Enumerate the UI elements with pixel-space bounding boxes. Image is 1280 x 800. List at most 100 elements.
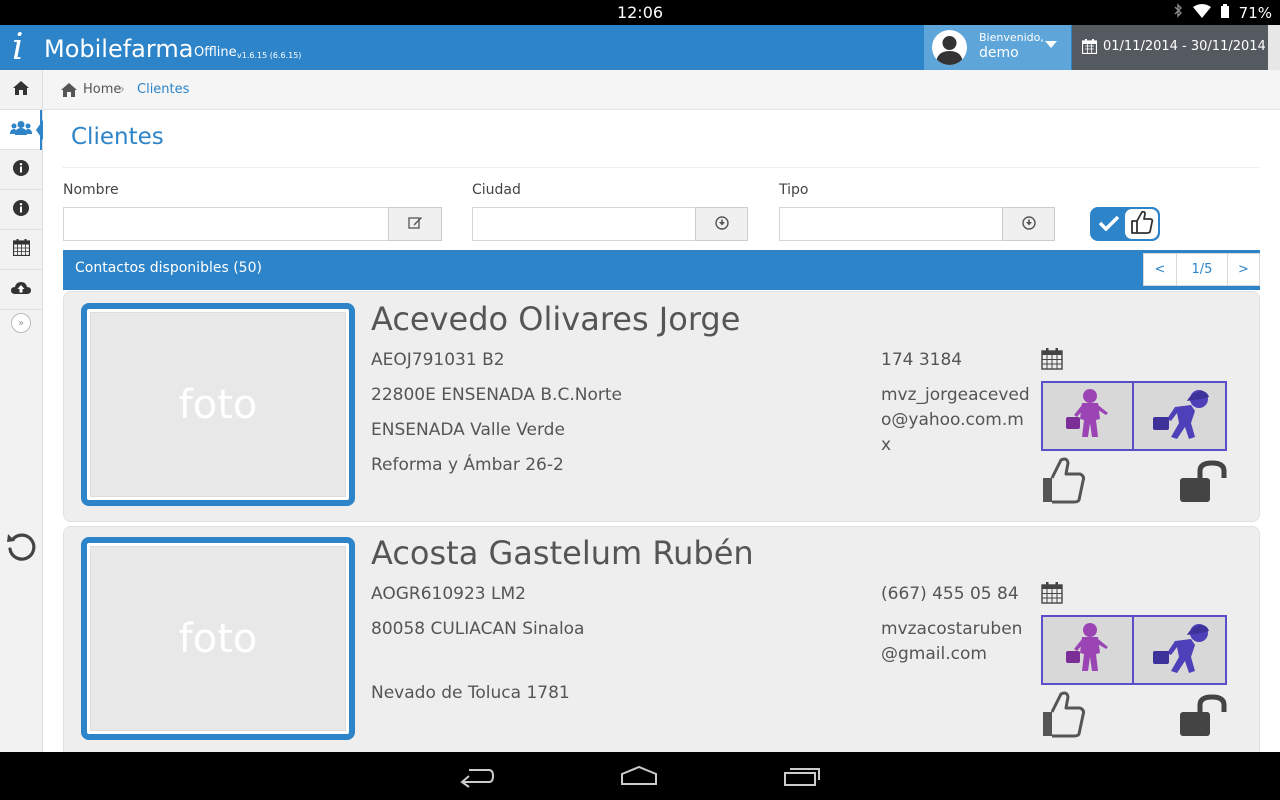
- pager-next-button[interactable]: >: [1227, 253, 1260, 286]
- contact-email[interactable]: mvzacostaruben@gmail.com: [881, 617, 1031, 667]
- sidebar-item-clientes[interactable]: [0, 110, 43, 150]
- nombre-input[interactable]: [63, 207, 389, 241]
- sidebar-item-info-2[interactable]: [0, 190, 42, 230]
- offline-label: Offline: [194, 45, 237, 60]
- sidebar-collapse-button[interactable]: »: [11, 313, 31, 333]
- app-header: i Mobilefarma Offline v1.6.15 (6.6.15) B…: [0, 25, 1280, 70]
- photo-placeholder: foto: [90, 546, 346, 731]
- breadcrumb-home-link[interactable]: Home: [83, 82, 121, 97]
- info-icon: [13, 199, 29, 220]
- header-scroll-track: [1268, 25, 1280, 70]
- photo-placeholder: foto: [90, 312, 346, 497]
- contact-street: Reforma y Ámbar 26-2: [371, 455, 564, 475]
- client-type-man-option[interactable]: [1134, 617, 1225, 683]
- contacts-count-title: Contactos disponibles (50): [75, 260, 262, 276]
- page-title: Clientes: [71, 124, 164, 150]
- contacts-header: Contactos disponibles (50) < 1/5 >: [63, 250, 1260, 290]
- breadcrumb: Home › Clientes: [43, 70, 1280, 110]
- contact-rfc: AOGR610923 LM2: [371, 584, 526, 604]
- tipo-label: Tipo: [779, 182, 809, 198]
- avatar: [932, 30, 967, 65]
- status-clock: 12:06: [616, 3, 664, 22]
- sidebar-item-upload[interactable]: [0, 270, 42, 310]
- date-range-text: 01/11/2014 - 30/11/2014: [1103, 39, 1266, 54]
- nombre-edit-button[interactable]: [388, 207, 442, 241]
- status-bar: 12:06 71%: [0, 0, 1280, 25]
- check-icon: [1098, 215, 1120, 235]
- calendar-icon[interactable]: [1041, 348, 1063, 374]
- contact-card[interactable]: foto Acevedo Olivares Jorge AEOJ791031 B…: [63, 291, 1260, 522]
- tipo-input[interactable]: [779, 207, 1003, 241]
- contact-city-district: ENSENADA Valle Verde: [371, 420, 565, 440]
- info-icon: [13, 159, 29, 180]
- brand-name: Mobilefarma: [44, 35, 194, 63]
- businesswoman-icon: [1060, 387, 1116, 445]
- sidebar: »: [0, 70, 43, 752]
- android-nav-bar: [0, 752, 1280, 800]
- circle-arrow-down-icon: [1021, 215, 1036, 234]
- client-type-selector: [1041, 381, 1227, 451]
- edit-icon: [407, 215, 423, 234]
- client-type-woman-option[interactable]: [1043, 617, 1135, 683]
- breadcrumb-current[interactable]: Clientes: [137, 82, 189, 97]
- ciudad-dropdown-button[interactable]: [695, 207, 748, 241]
- pager-page-indicator: 1/5: [1176, 253, 1228, 286]
- username: demo: [979, 45, 1019, 61]
- recent-apps-icon[interactable]: [783, 764, 821, 792]
- lock-open-icon[interactable]: [1178, 460, 1230, 508]
- cloud-upload-icon: [11, 280, 31, 299]
- reload-icon[interactable]: [5, 530, 39, 568]
- ciudad-input[interactable]: [472, 207, 696, 241]
- bluetooth-icon: [1173, 3, 1183, 22]
- businessman-icon: [1145, 387, 1215, 445]
- chevron-down-icon: [1045, 41, 1057, 48]
- battery-icon: [1220, 3, 1229, 22]
- sidebar-item-info-1[interactable]: [0, 150, 42, 190]
- pager-prev-button[interactable]: <: [1143, 253, 1177, 286]
- calendar-icon[interactable]: [1041, 582, 1063, 608]
- wifi-icon: [1192, 3, 1211, 22]
- battery-percent: 71%: [1238, 3, 1272, 22]
- version-label: v1.6.15 (6.6.15): [237, 51, 302, 60]
- home-icon: [12, 80, 30, 100]
- thumbs-up-icon[interactable]: [1039, 454, 1087, 510]
- title-divider: [63, 167, 1260, 168]
- toggle-knob: [1125, 209, 1158, 239]
- ciudad-label: Ciudad: [472, 182, 521, 198]
- businessman-icon: [1145, 621, 1215, 679]
- contact-rfc: AEOJ791031 B2: [371, 350, 505, 370]
- welcome-label: Bienvenido,: [979, 31, 1044, 44]
- contact-phone[interactable]: (667) 455 05 84: [881, 584, 1019, 604]
- date-range-picker[interactable]: 01/11/2014 - 30/11/2014: [1072, 25, 1268, 70]
- contact-street: Nevado de Toluca 1781: [371, 683, 570, 703]
- contact-name[interactable]: Acevedo Olivares Jorge: [371, 300, 740, 338]
- back-icon[interactable]: [459, 764, 495, 792]
- sidebar-item-home[interactable]: [0, 70, 42, 110]
- users-icon: [10, 120, 32, 140]
- contact-photo[interactable]: foto: [81, 303, 355, 506]
- brand-logo-icon: i: [12, 27, 24, 68]
- circle-arrow-down-icon: [714, 215, 729, 234]
- user-menu[interactable]: Bienvenido, demo: [924, 25, 1071, 70]
- lock-open-icon[interactable]: [1178, 694, 1230, 742]
- client-type-selector: [1041, 615, 1227, 685]
- contact-postal-city: 80058 CULIACAN Sinaloa: [371, 619, 585, 639]
- thumbs-up-filter-toggle[interactable]: [1090, 207, 1160, 241]
- contact-phone[interactable]: 174 3184: [881, 350, 962, 370]
- contact-photo[interactable]: foto: [81, 537, 355, 740]
- breadcrumb-separator: ›: [120, 82, 125, 96]
- thumbs-up-icon[interactable]: [1039, 688, 1087, 744]
- client-type-woman-option[interactable]: [1043, 383, 1135, 449]
- thumbs-up-icon: [1130, 209, 1154, 239]
- client-type-man-option[interactable]: [1134, 383, 1225, 449]
- status-icons: 71%: [1173, 3, 1272, 22]
- contact-name[interactable]: Acosta Gastelum Rubén: [371, 534, 754, 572]
- tipo-dropdown-button[interactable]: [1002, 207, 1055, 241]
- sidebar-item-calendar[interactable]: [0, 230, 42, 270]
- contact-card[interactable]: foto Acosta Gastelum Rubén AOGR610923 LM…: [63, 526, 1260, 766]
- businesswoman-icon: [1060, 621, 1116, 679]
- home-icon[interactable]: [60, 82, 78, 102]
- contact-postal-city: 22800E ENSENADA B.C.Norte: [371, 385, 622, 405]
- home-nav-icon[interactable]: [620, 764, 658, 792]
- contact-email[interactable]: mvz_jorgeacevedo@yahoo.com.mx: [881, 383, 1031, 458]
